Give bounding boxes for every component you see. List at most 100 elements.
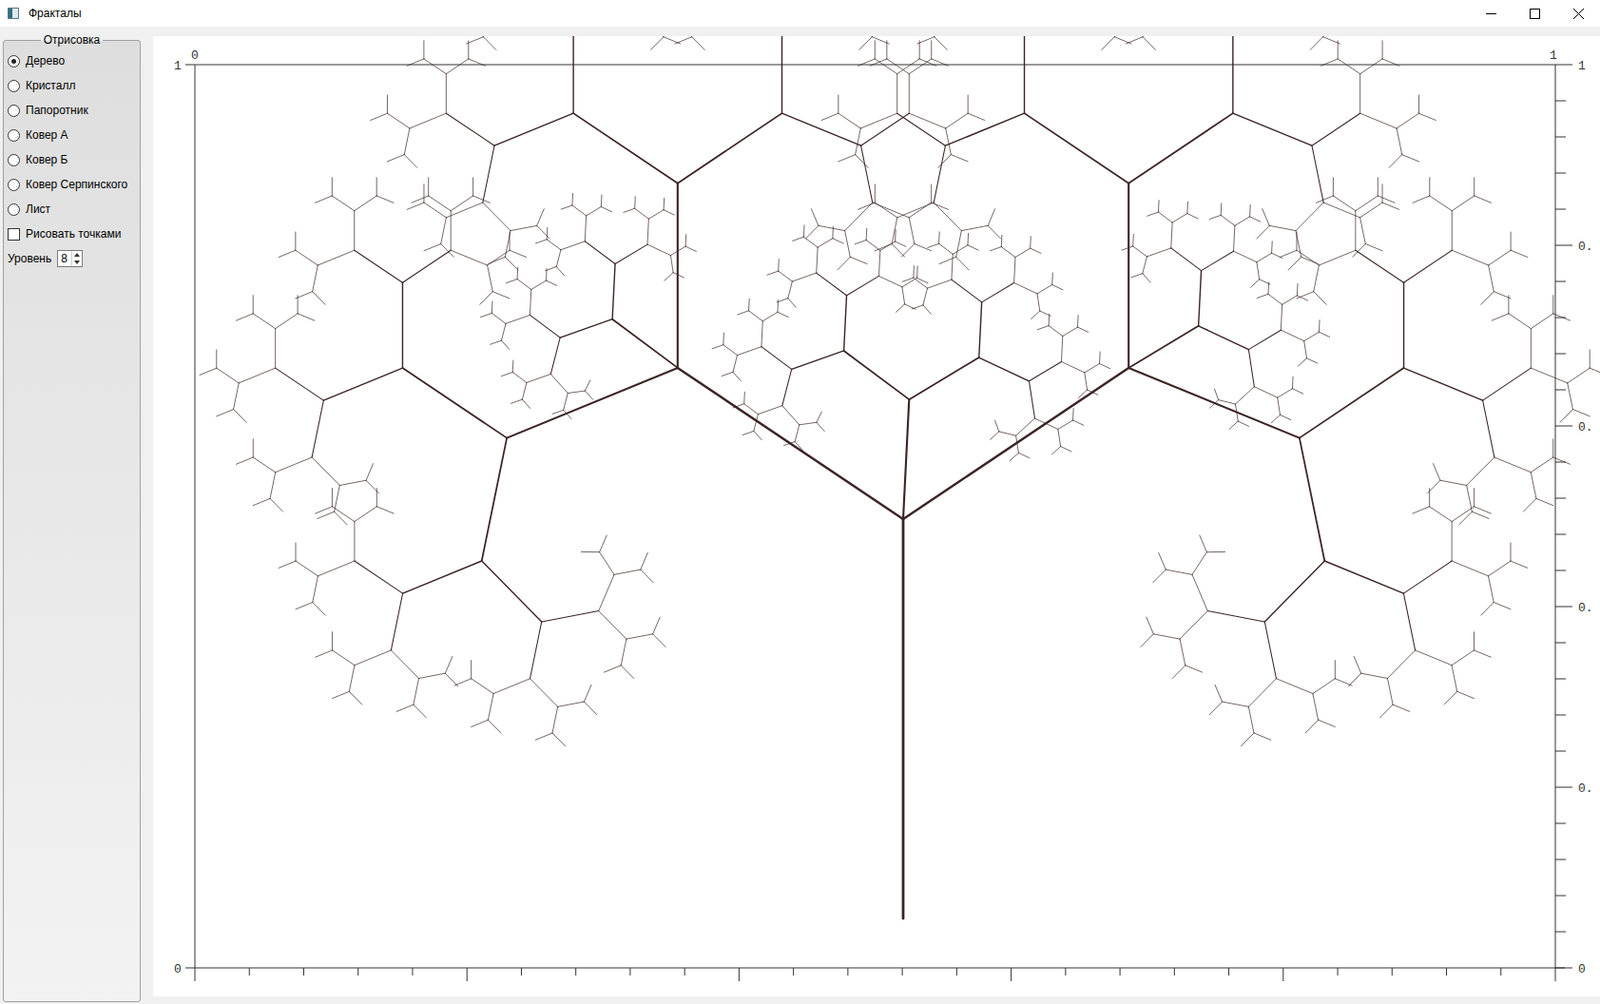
tree-branch (332, 691, 350, 698)
tree-branch (1412, 195, 1430, 203)
tree-branch (552, 732, 565, 747)
tree-branch (1060, 446, 1072, 452)
radio-option[interactable]: Дерево (7, 48, 136, 74)
tree-branch (1157, 200, 1160, 213)
tree-branch (926, 279, 951, 289)
tree-branch (216, 367, 239, 384)
tree-branch (278, 560, 296, 568)
tree-branch (501, 340, 509, 349)
radio-option[interactable]: Папоротник (7, 97, 136, 123)
axis-tick (357, 967, 359, 976)
tree-branch (1001, 234, 1003, 247)
tree-branch (676, 183, 679, 368)
tree-branch (663, 210, 675, 215)
tree-branch (1311, 113, 1361, 146)
tree-branch (441, 217, 447, 245)
tree-branch (1483, 367, 1532, 401)
tree-branch (1412, 506, 1430, 514)
tree-branch (777, 259, 780, 271)
tree-branch (1360, 202, 1383, 218)
tree-branch (472, 177, 474, 196)
tree-branch (510, 225, 538, 231)
axis-tick (1445, 967, 1447, 976)
tree-branch (390, 650, 419, 679)
tree-branch (1037, 293, 1041, 311)
tree-branch (563, 393, 569, 411)
tree-branch (626, 634, 654, 639)
tree-branch (317, 250, 354, 266)
axis-tick (956, 967, 958, 976)
tree-branch (1296, 250, 1319, 266)
axis-tick (792, 967, 794, 976)
tree-branch (1172, 213, 1188, 223)
tree-branch (837, 95, 839, 114)
tree-branch (584, 215, 586, 242)
radio-option[interactable]: Лист (7, 196, 136, 222)
axis-tick (1555, 425, 1573, 427)
maximize-button[interactable] (1512, 0, 1557, 27)
radio-option[interactable]: Ковер А (7, 122, 136, 148)
tree-branch (1488, 576, 1495, 603)
tree-branch (987, 209, 996, 227)
tree-branch (334, 511, 347, 525)
tree-branch (635, 208, 650, 219)
tree-branch (1318, 331, 1330, 337)
tree-branch (295, 250, 318, 266)
tree-branch (859, 37, 872, 51)
level-spinner[interactable]: 8 (57, 250, 83, 268)
radio-option[interactable]: Ковер Серпинского (7, 172, 136, 197)
tree-branch (1382, 202, 1400, 210)
tree-branch (1419, 113, 1437, 120)
tree-branch (216, 409, 234, 417)
minimize-button[interactable] (1468, 0, 1513, 27)
tree-branch (956, 231, 963, 258)
tree-branch (494, 113, 574, 146)
radio-option[interactable]: Кристалл (7, 73, 136, 98)
tree-branch (990, 431, 1000, 440)
axis-tick (1555, 389, 1566, 391)
tree-branch (1210, 400, 1219, 408)
tree-branch (816, 272, 848, 296)
tree-branch (956, 256, 969, 270)
axis-tick (1555, 136, 1566, 138)
title-bar: Фракталы (0, 0, 1600, 27)
tree-branch (1415, 650, 1452, 666)
down-arrow-icon[interactable] (72, 258, 82, 267)
tree-branch (1299, 367, 1405, 439)
tree-branch (1291, 388, 1303, 394)
tree-branch (1396, 128, 1403, 155)
tree-branch (1218, 400, 1236, 405)
tree-branch (1305, 719, 1318, 733)
tree-branch (404, 128, 410, 155)
tree-branch (1060, 361, 1084, 372)
tree-branch (450, 195, 473, 212)
tree-branch (1451, 521, 1453, 562)
points-checkbox[interactable]: Рисовать точками (7, 221, 136, 247)
tree-branch (1387, 650, 1415, 679)
close-button[interactable] (1556, 0, 1600, 27)
tree-branch (315, 650, 333, 657)
tree-branch (545, 267, 558, 271)
radio-icon (7, 203, 20, 216)
tree-branch (386, 154, 405, 162)
tree-branch (1494, 457, 1531, 473)
tree-branch (444, 656, 453, 675)
tree-branch (1187, 213, 1198, 219)
tree-branch (1220, 203, 1223, 215)
tree-branch (866, 228, 868, 240)
axis-tick (1555, 570, 1566, 572)
tree-branch (1235, 386, 1255, 405)
tree-branch (1147, 212, 1159, 216)
tree-branch (1334, 660, 1336, 679)
up-arrow-icon[interactable] (72, 250, 82, 259)
tree-branch (353, 211, 355, 251)
axis-tick (738, 967, 740, 982)
radio-option[interactable]: Ковер Б (7, 147, 136, 173)
tree-branch (1508, 313, 1531, 329)
tree-branch (838, 154, 856, 162)
tree-branch (776, 298, 789, 303)
tree-branch (396, 704, 414, 712)
tree-branch (930, 184, 932, 203)
tree-branch (1392, 704, 1410, 712)
tree-branch (858, 202, 876, 210)
